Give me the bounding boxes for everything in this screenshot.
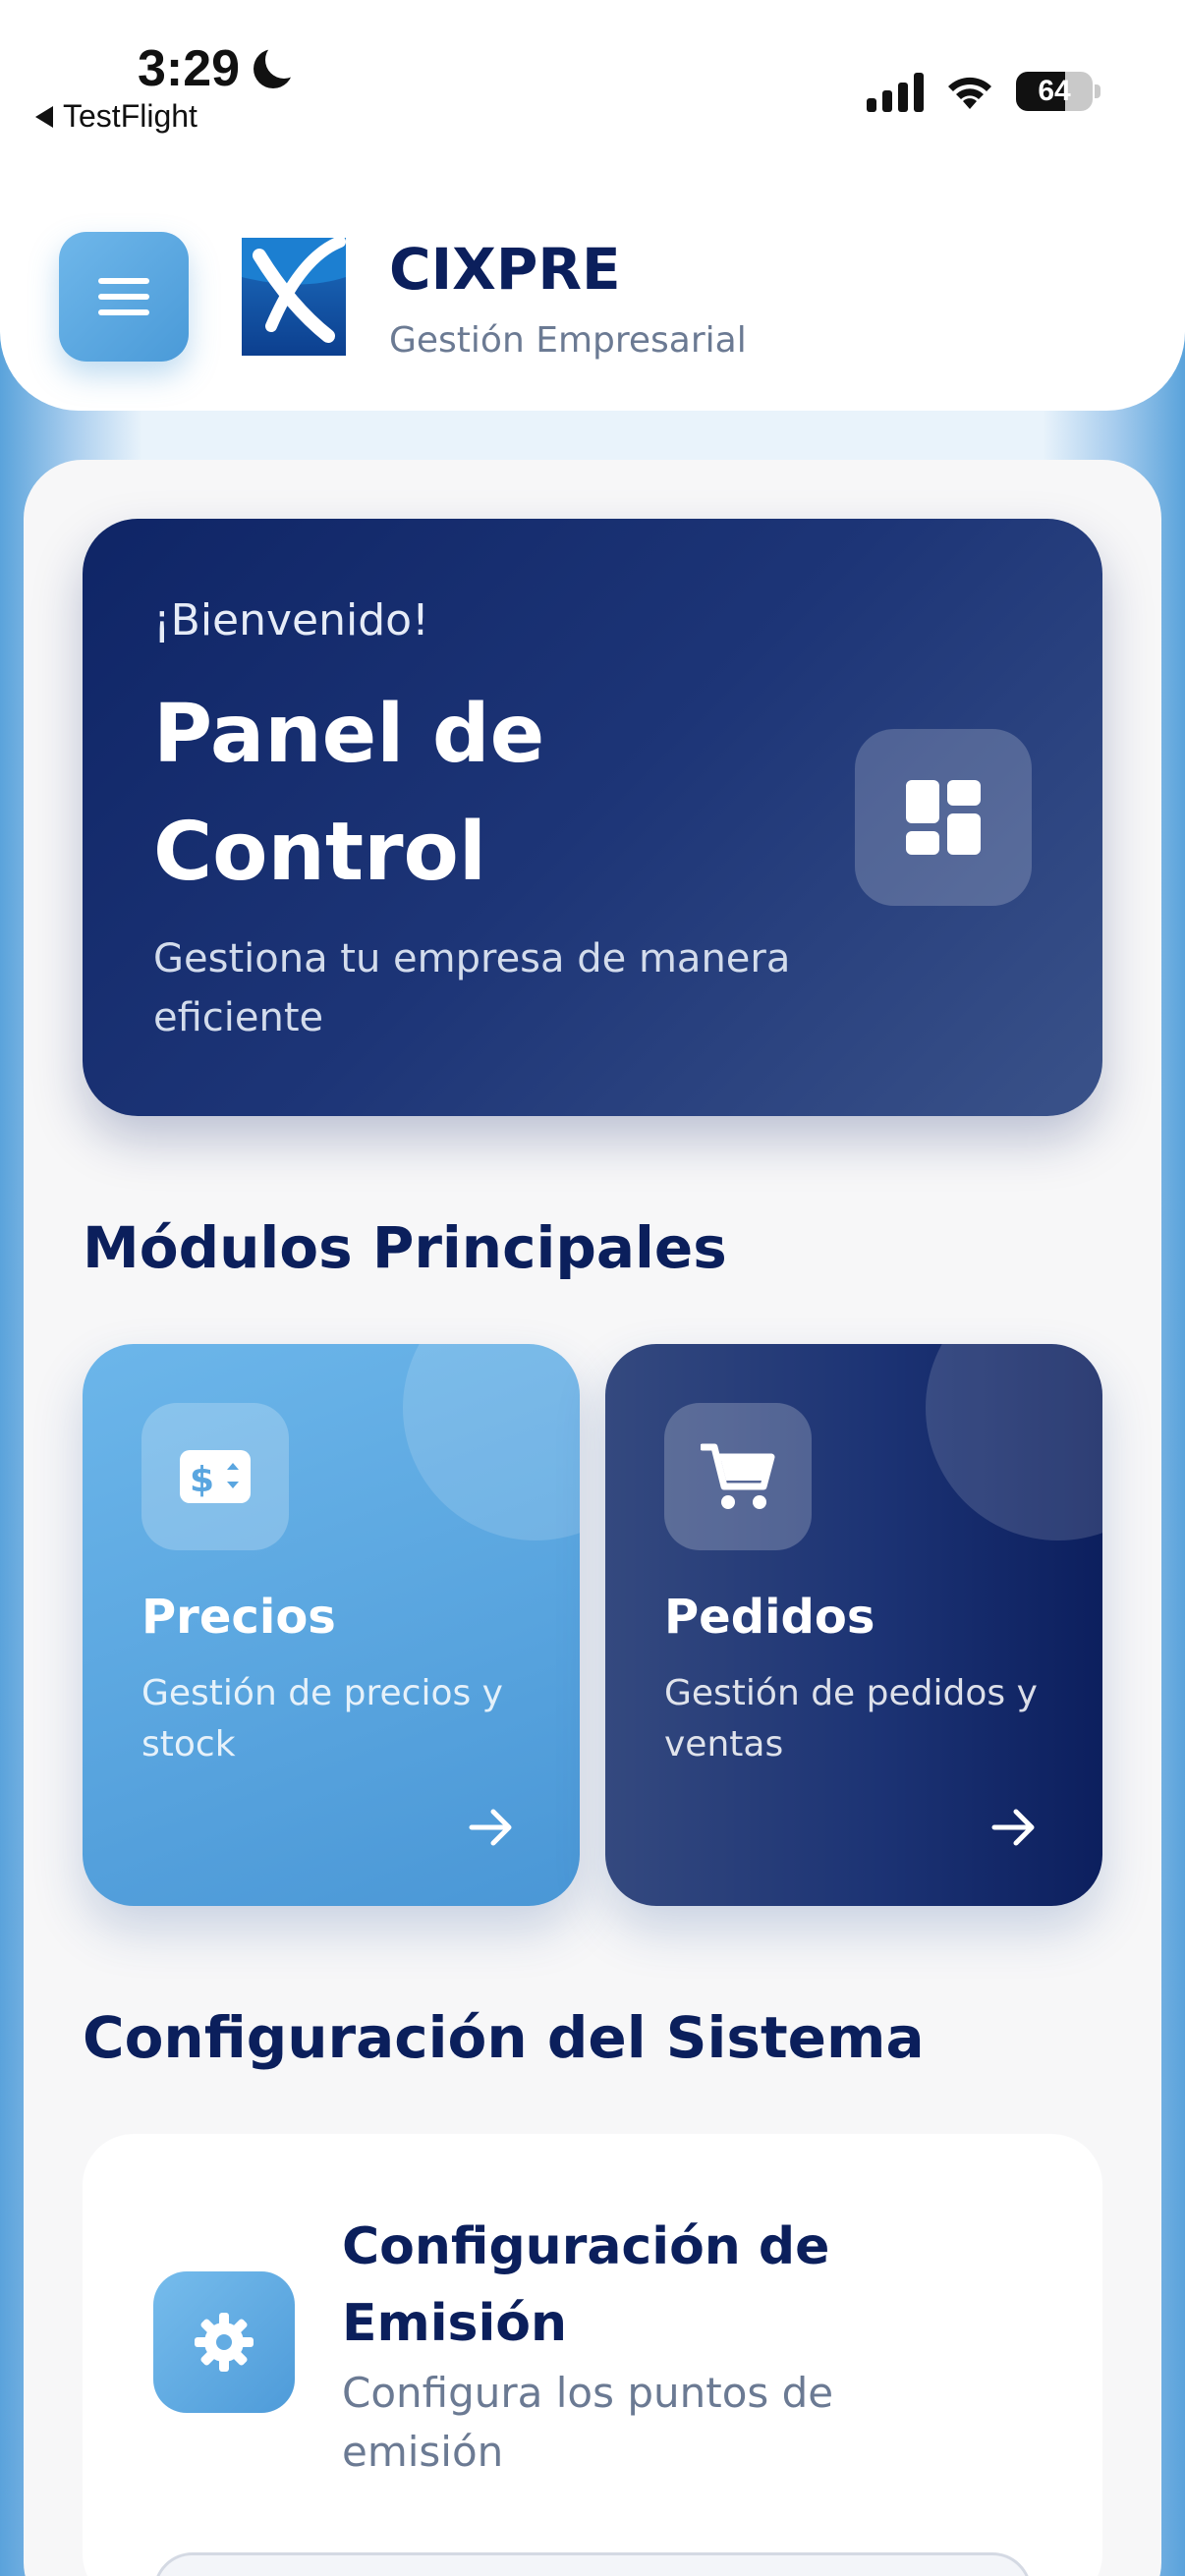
hamburger-icon [98,278,149,284]
brand-subtitle: Gestión Empresarial [389,320,747,361]
hero-greeting: ¡Bienvenido! [153,595,429,645]
app-header: 3:29 TestFlight 64 CIXPRE Gestión Empres… [0,0,1185,411]
status-indicators: 64 [867,71,1100,112]
battery-level-text: 64 [1038,75,1071,107]
module-title: Precios [141,1590,336,1645]
battery-tip [1095,84,1100,98]
gear-icon [153,2271,295,2413]
config-item-title: Configuración de Emisión [342,2217,830,2353]
decorative-bubble [403,1344,580,1540]
moon-icon [252,41,304,90]
config-section-title: Configuración del Sistema [83,2004,925,2071]
svg-text:$: $ [190,1460,214,1500]
cart-icon [664,1403,812,1550]
arrow-right-icon [991,1809,1035,1846]
cixpre-logo [242,238,346,356]
module-card-precios[interactable]: $ Precios Gestión de precios y stock [83,1344,580,1906]
config-card-emision[interactable]: Configuración de Emisión Configura los p… [83,2134,1102,2576]
module-description: Gestión de pedidos y ventas [664,1673,1038,1764]
price-tag-icon: $ [141,1403,289,1550]
module-description: Gestión de precios y stock [141,1673,503,1764]
wifi-icon [948,77,991,109]
config-item-description: Configura los puntos de emisión [342,2369,834,2476]
decorative-bubble [926,1344,1102,1540]
menu-button[interactable] [59,232,189,362]
clock-text: 3:29 [138,40,241,97]
next-config-item-partial[interactable] [153,2552,1032,2576]
back-to-app-link[interactable]: TestFlight [35,98,198,135]
battery-icon: 64 [1016,72,1093,111]
dashboard-hero-card: ¡Bienvenido! Panel de Control Gestiona t… [83,519,1102,1116]
module-title: Pedidos [664,1590,875,1645]
dashboard-icon [855,729,1032,906]
hero-description: Gestiona tu empresa de manera eficiente [153,936,791,1040]
modules-section-title: Módulos Principales [83,1214,727,1281]
hero-title: Panel de Control [153,688,545,899]
cellular-signal-icon [867,71,924,112]
module-card-pedidos[interactable]: Pedidos Gestión de pedidos y ventas [605,1344,1102,1906]
arrow-right-icon [469,1809,512,1846]
back-triangle-icon [35,105,53,128]
status-time: 3:29 [138,39,304,98]
brand-name: CIXPRE [389,236,621,303]
back-app-label: TestFlight [63,98,198,134]
